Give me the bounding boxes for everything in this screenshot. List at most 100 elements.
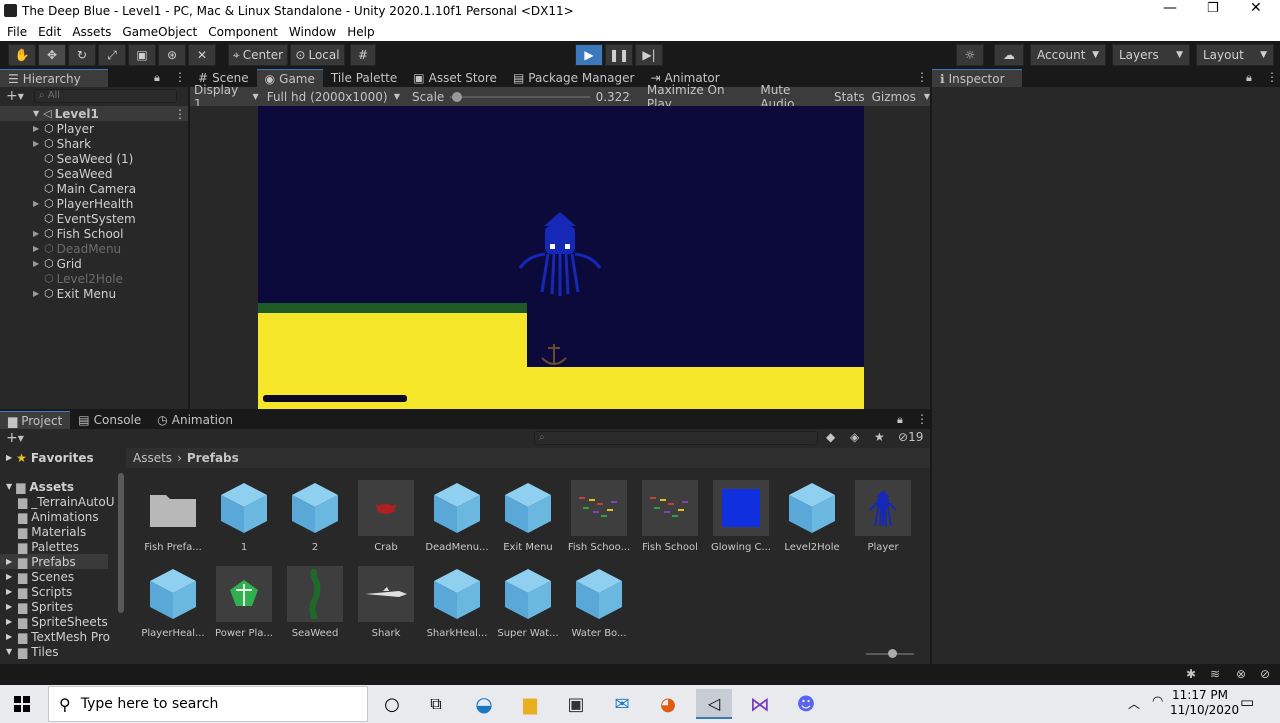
project-search-input[interactable]: ⌕ bbox=[534, 431, 818, 445]
tab-hierarchy[interactable]: ☰ Hierarchy bbox=[0, 69, 108, 87]
hierarchy-item[interactable]: ▶ ⬡ DeadMenu bbox=[33, 241, 121, 256]
firefox-icon[interactable]: ◕ bbox=[650, 689, 686, 719]
hidden-packages-icon[interactable]: ⊘19 bbox=[898, 430, 923, 444]
gizmos-toggle[interactable]: Gizmos bbox=[872, 90, 916, 104]
label-icon[interactable]: ◈ bbox=[850, 430, 859, 444]
layout-dropdown[interactable]: Layout ▼ bbox=[1196, 44, 1274, 66]
auto-generate-icon[interactable]: ⊘ bbox=[1260, 667, 1270, 681]
asset-item[interactable]: PlayerHeal... bbox=[138, 566, 208, 639]
transform-tool-icon[interactable]: ⊛ bbox=[158, 44, 186, 66]
rect-tool-icon[interactable]: ▣ bbox=[128, 44, 156, 66]
close-icon[interactable]: ✕ bbox=[1250, 0, 1262, 16]
move-tool-icon[interactable]: ✥ bbox=[38, 44, 66, 66]
chevron-right-icon[interactable]: ▶ bbox=[6, 587, 14, 596]
folder-item[interactable]: ▆ Animations bbox=[18, 509, 99, 524]
chevron-down-icon[interactable]: ▼ bbox=[6, 647, 14, 656]
assets-root-row[interactable]: ▼ ▆ Assets bbox=[6, 479, 74, 494]
stats-toggle[interactable]: Stats bbox=[834, 90, 865, 104]
menu-edit[interactable]: Edit bbox=[38, 25, 61, 39]
windows-start-icon[interactable] bbox=[4, 689, 40, 719]
visual-studio-icon[interactable]: ⋈ bbox=[742, 689, 778, 719]
notifications-icon[interactable]: ▭ bbox=[1240, 693, 1254, 711]
chevron-down-icon[interactable]: ▼ bbox=[18, 434, 24, 443]
hierarchy-item[interactable]: ▶ ⬡ PlayerHealth bbox=[33, 196, 133, 211]
stack-icon[interactable]: ≋ bbox=[1210, 667, 1220, 681]
favorites-row[interactable]: ▶ ★ Favorites bbox=[6, 450, 94, 465]
minimize-icon[interactable]: — bbox=[1163, 0, 1177, 16]
asset-item[interactable]: SharkHeal... bbox=[422, 566, 492, 639]
tab-console[interactable]: ▤ Console bbox=[70, 411, 149, 429]
asset-item[interactable]: SeaWeed bbox=[280, 566, 350, 639]
asset-item[interactable]: Power Pla... bbox=[209, 566, 279, 639]
tab-inspector[interactable]: ℹ Inspector bbox=[932, 69, 1022, 87]
bug-icon[interactable]: ✱ bbox=[1186, 667, 1196, 681]
chevron-right-icon[interactable]: ▶ bbox=[33, 244, 39, 253]
folder-item[interactable]: ▆ Materials bbox=[18, 524, 86, 539]
kebab-menu-icon[interactable]: ⋮ bbox=[916, 412, 928, 426]
account-dropdown[interactable]: Account ▼ bbox=[1030, 44, 1106, 66]
chevron-right-icon[interactable]: ▶ bbox=[33, 289, 39, 298]
asset-item[interactable]: Level2Hole bbox=[777, 480, 847, 553]
kebab-menu-icon[interactable]: ⋮ bbox=[916, 70, 928, 84]
asset-item[interactable]: Fish School bbox=[635, 480, 705, 553]
hierarchy-item[interactable]: ▶ ⬡ Fish School bbox=[33, 226, 123, 241]
chevron-right-icon[interactable]: ▶ bbox=[33, 124, 39, 133]
breadcrumb-assets[interactable]: Assets bbox=[133, 451, 172, 465]
hand-tool-icon[interactable]: ✋ bbox=[8, 44, 36, 66]
chevron-right-icon[interactable]: ▶ bbox=[33, 259, 39, 268]
kebab-menu-icon[interactable]: ⋮ bbox=[1266, 70, 1278, 84]
asset-item[interactable]: Fish Schoo... bbox=[564, 480, 634, 553]
add-icon[interactable]: + bbox=[6, 88, 18, 104]
lock-icon[interactable]: 🔒︎ bbox=[154, 71, 160, 85]
lock-icon[interactable]: 🔒︎ bbox=[1246, 71, 1252, 85]
resolution-dropdown[interactable]: Full hd (2000x1000) ▼ bbox=[259, 90, 406, 104]
chevron-right-icon[interactable]: ▶ bbox=[6, 557, 14, 566]
folder-item[interactable]: ▼ ▆ Tiles bbox=[6, 644, 59, 659]
asset-item[interactable]: DeadMenu... bbox=[422, 480, 492, 553]
hierarchy-item[interactable]: ▶ ⬡ Shark bbox=[33, 136, 91, 151]
hierarchy-item[interactable]: ⬡ EventSystem bbox=[44, 211, 136, 226]
rotate-tool-icon[interactable]: ↻ bbox=[68, 44, 96, 66]
asset-item[interactable]: Glowing C... bbox=[706, 480, 776, 553]
hierarchy-item[interactable]: ⬡ Level2Hole bbox=[44, 271, 123, 286]
layers-dropdown[interactable]: Layers ▼ bbox=[1112, 44, 1190, 66]
tab-tile-palette[interactable]: Tile Palette bbox=[323, 69, 405, 87]
game-canvas[interactable] bbox=[258, 106, 864, 409]
pivot-center-button[interactable]: ⌖ Center bbox=[228, 44, 288, 66]
scale-tool-icon[interactable]: ⤢ bbox=[98, 44, 126, 66]
chevron-right-icon[interactable]: ▶ bbox=[33, 199, 39, 208]
edge-icon[interactable]: ◒ bbox=[466, 689, 502, 719]
scene-row-level1[interactable]: ▼ ◁ Level1 ⋮ bbox=[0, 106, 188, 121]
hierarchy-item[interactable]: ▶ ⬡ Player bbox=[33, 121, 94, 136]
chevron-right-icon[interactable]: ▶ bbox=[6, 632, 14, 641]
chevron-right-icon[interactable]: ▶ bbox=[33, 139, 39, 148]
asset-item[interactable]: 1 bbox=[209, 480, 279, 553]
kebab-menu-icon[interactable]: ⋮ bbox=[174, 70, 186, 84]
asset-item[interactable]: Water Bo... bbox=[564, 566, 634, 639]
tab-project[interactable]: ▆ Project bbox=[0, 411, 71, 429]
chevron-right-icon[interactable]: ▶ bbox=[6, 602, 14, 611]
chevron-down-icon[interactable]: ▼ bbox=[924, 92, 930, 101]
kebab-menu-icon[interactable]: ⋮ bbox=[174, 107, 186, 121]
chevron-right-icon[interactable]: ▶ bbox=[33, 229, 39, 238]
folder-item[interactable]: ▶ ▆ Scripts bbox=[6, 584, 72, 599]
tab-animation[interactable]: ◷ Animation bbox=[149, 411, 241, 429]
asset-item[interactable]: 2 bbox=[280, 480, 350, 553]
store-icon[interactable]: ▣ bbox=[558, 689, 594, 719]
chevron-down-icon[interactable]: ▼ bbox=[18, 92, 24, 101]
folder-item[interactable]: ▶ ▆ TextMesh Pro bbox=[6, 629, 110, 644]
menu-gameobject[interactable]: GameObject bbox=[122, 25, 197, 39]
hierarchy-item[interactable]: ⬡ SeaWeed (1) bbox=[44, 151, 133, 166]
asset-item[interactable]: Shark bbox=[351, 566, 421, 639]
hierarchy-search-input[interactable]: ⌕ All bbox=[33, 89, 177, 103]
folder-item[interactable]: ▆ _TerrainAutoU bbox=[18, 494, 115, 509]
folder-item[interactable]: ▶ ▆ Prefabs bbox=[0, 554, 108, 569]
menu-component[interactable]: Component bbox=[208, 25, 278, 39]
folder-item[interactable]: ▆ Palettes bbox=[18, 539, 79, 554]
breadcrumb-prefabs[interactable]: Prefabs bbox=[187, 451, 239, 465]
mail-icon[interactable]: ✉ bbox=[604, 689, 640, 719]
asset-item[interactable]: Super Wat... bbox=[493, 566, 563, 639]
hierarchy-item[interactable]: ▶ ⬡ Grid bbox=[33, 256, 82, 271]
hierarchy-item[interactable]: ⬡ SeaWeed bbox=[44, 166, 113, 181]
lock-icon[interactable]: 🔒︎ bbox=[897, 413, 903, 427]
